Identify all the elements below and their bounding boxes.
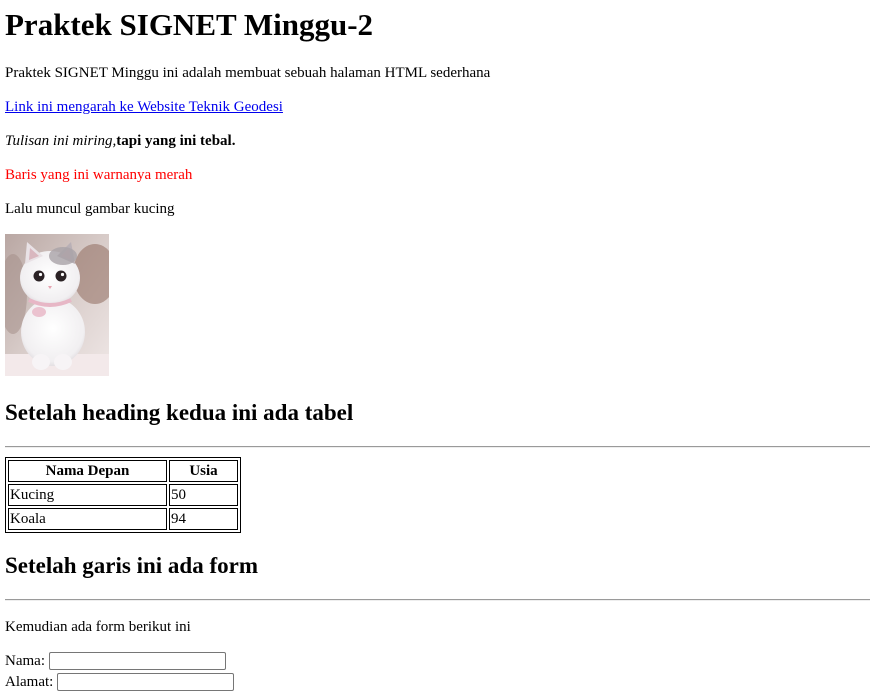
data-table: Nama Depan Usia Kucing 50 Koala 94 [5, 457, 241, 533]
table-header-row: Nama Depan Usia [8, 460, 238, 482]
red-text: Baris yang ini warnanya merah [5, 167, 193, 183]
italic-bold-row: Tulisan ini miring,tapi yang ini tebal. [5, 132, 235, 150]
geodesi-link-row: Link ini mengarah ke Website Teknik Geod… [5, 98, 283, 116]
bold-text: tapi yang ini tebal. [116, 133, 236, 149]
page-title: Praktek SIGNET Minggu-2 [5, 7, 374, 42]
geodesi-link[interactable]: Link ini mengarah ke Website Teknik Geod… [5, 99, 283, 115]
table-row: Koala 94 [8, 508, 238, 530]
nama-label: Nama: [5, 653, 45, 669]
nama-input[interactable] [48, 652, 226, 670]
cat-caption: Lalu muncul gambar kucing [5, 201, 175, 217]
nama-row: Nama: [5, 652, 226, 670]
alamat-input[interactable] [57, 673, 235, 691]
divider-top [5, 446, 870, 448]
alamat-label: Alamat: [5, 674, 54, 690]
header-nama-depan: Nama Depan [8, 460, 167, 482]
form-intro: Kemudian ada form berikut ini [5, 619, 191, 635]
table-heading: Setelah heading kedua ini ada tabel [5, 400, 354, 425]
intro-text: Praktek SIGNET Minggu ini adalah membuat… [5, 65, 491, 81]
cell-usia: 94 [169, 508, 238, 530]
table-row: Kucing 50 [8, 484, 238, 506]
alamat-row: Alamat: [5, 673, 235, 691]
form-heading: Setelah garis ini ada form [5, 553, 258, 578]
cell-usia: 50 [169, 484, 238, 506]
cat-image [5, 234, 109, 376]
cell-nama-depan: Koala [8, 508, 167, 530]
header-usia: Usia [169, 460, 238, 482]
cell-nama-depan: Kucing [8, 484, 167, 506]
divider-bottom [5, 599, 870, 601]
italic-text: Tulisan ini miring, [5, 133, 117, 149]
